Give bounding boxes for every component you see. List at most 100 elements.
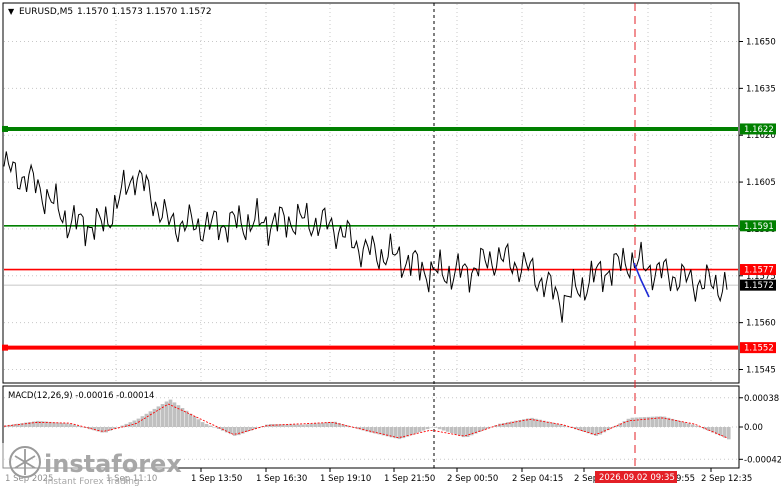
macd-histogram-bar — [449, 427, 454, 434]
macd-histogram-bar — [313, 423, 317, 427]
macd-histogram-bar — [686, 423, 691, 427]
macd-histogram-bar — [727, 427, 731, 440]
level-tag-label: 1.1577 — [744, 266, 774, 276]
macd-histogram-bar — [56, 422, 60, 427]
time-axis-label: 1 Sep 21:50 — [384, 474, 435, 484]
time-cursor-tag: 2026.09.02 09:35 — [595, 471, 677, 483]
macd-histogram-bar — [68, 423, 72, 427]
macd-histogram-bar — [626, 418, 631, 427]
macd-histogram-bar — [144, 413, 149, 427]
macd-histogram-bar — [610, 427, 615, 428]
macd-histogram-bar — [433, 427, 438, 428]
macd-histogram-bar — [136, 418, 141, 427]
instaforex-watermark: instaforex Instant Forex Trading — [2, 443, 182, 487]
main-chart-area[interactable] — [2, 2, 740, 384]
macd-histogram-bar — [550, 422, 554, 427]
time-axis-label: 2 Sep 04:15 — [512, 474, 563, 484]
time-axis-label: 2 Sep 12:35 — [701, 474, 752, 484]
time-axis-label: 9:55 — [676, 474, 695, 484]
macd-histogram-bar — [305, 424, 309, 427]
macd-histogram-bar — [723, 427, 727, 438]
macd-histogram-bar — [212, 427, 217, 428]
price-tick-label: 1.1545 — [746, 366, 776, 376]
svg-text:2026.09.02 09:35: 2026.09.02 09:35 — [599, 473, 675, 483]
macd-histogram-bar — [148, 411, 153, 427]
level-tag-label: 1.1552 — [744, 344, 774, 354]
macd-histogram-bar — [441, 427, 446, 431]
level-tag-label: 1.1622 — [744, 125, 774, 135]
macd-histogram-bar — [405, 427, 410, 437]
macd-histogram-bar — [437, 427, 442, 430]
time-axis-label: 2 Sep 00:50 — [447, 474, 498, 484]
time-axis-label: 1 Sep 16:30 — [256, 474, 307, 484]
macd-histogram-bar — [646, 416, 651, 427]
macd-title: MACD(12,26,9) -0.00016 -0.00014 — [8, 391, 154, 401]
macd-histogram-bar — [100, 427, 104, 433]
macd-histogram-bar — [413, 427, 418, 434]
macd-histogram-bar — [694, 425, 699, 427]
macd-histogram-bar — [317, 423, 321, 427]
macd-histogram-bar — [60, 423, 64, 427]
level-anchor-handle[interactable] — [2, 344, 8, 351]
price-tick-label: 1.1635 — [746, 84, 776, 94]
macd-histogram-bar — [168, 399, 173, 427]
macd-histogram-bar — [690, 424, 695, 427]
macd-histogram-bar — [301, 424, 305, 427]
macd-histogram-bar — [634, 417, 639, 427]
macd-histogram-bar — [469, 427, 474, 436]
macd-histogram-bar — [104, 427, 108, 433]
macd-tick-label: 0.00 — [744, 423, 763, 433]
macd-histogram-bar — [421, 427, 426, 431]
menu-arrow-icon[interactable]: ▼ — [8, 7, 15, 16]
macd-histogram-bar — [502, 423, 506, 427]
chart-window[interactable]: ▼ EURUSD,M5 1.1570 1.1573 1.1570 1.1572 … — [0, 0, 781, 489]
level-anchor-handle[interactable] — [2, 125, 8, 132]
macd-histogram-bar — [457, 427, 462, 436]
macd-histogram-bar — [152, 408, 157, 427]
macd-histogram-bar — [622, 421, 627, 427]
macd-histogram-bar — [180, 408, 185, 427]
time-axis-label: 1 Sep 19:10 — [320, 474, 371, 484]
macd-histogram-bar — [445, 427, 450, 432]
macd-histogram-bar — [417, 427, 422, 433]
price-tick-label: 1.1650 — [746, 37, 776, 47]
macd-histogram-bar — [638, 417, 643, 427]
macd-histogram-bar — [196, 419, 201, 427]
symbol-label: EURUSD,M5 — [19, 7, 73, 17]
macd-tick-label: 0.00038 — [744, 394, 779, 404]
price-tick-label: 1.1605 — [746, 178, 776, 188]
macd-tick-label: -0.00042 — [744, 455, 781, 465]
macd-histogram-bar — [172, 402, 177, 427]
macd-histogram-bar — [453, 427, 458, 435]
level-tag-label: 1.1591 — [744, 222, 774, 232]
macd-histogram-bar — [76, 425, 80, 427]
price-axis[interactable]: 1.16501.16351.16201.16051.15901.15751.15… — [739, 37, 776, 376]
macd-axis: 0.00038 0.00 -0.00042 — [739, 394, 781, 465]
macd-histogram-bar — [482, 427, 486, 431]
macd-histogram-bar — [630, 417, 635, 427]
macd-histogram-bar — [64, 423, 68, 427]
macd-histogram-bar — [297, 424, 301, 427]
macd-histogram-bar — [409, 427, 414, 436]
macd-histogram-bar — [36, 420, 40, 427]
svg-text:1.1572: 1.1572 — [744, 281, 774, 291]
time-axis-label: 1 Sep 13:50 — [191, 474, 242, 484]
ohlc-readout: 1.1570 1.1573 1.1570 1.1572 — [77, 7, 212, 17]
price-tick-label: 1.1560 — [746, 319, 776, 329]
macd-histogram-bar — [321, 422, 325, 427]
macd-histogram-bar — [204, 423, 209, 427]
macd-histogram-bar — [429, 427, 434, 428]
macd-histogram-bar — [140, 416, 145, 427]
macd-histogram-bar — [32, 421, 36, 427]
macd-histogram-bar — [192, 416, 197, 427]
watermark-tagline: Instant Forex Trading — [45, 477, 140, 487]
macd-histogram-bar — [80, 426, 84, 428]
macd-histogram-bar — [293, 424, 297, 427]
current-price-tag: 1.1572 — [740, 279, 776, 291]
macd-histogram-bar — [237, 427, 241, 436]
macd-histogram-bar — [425, 427, 430, 430]
macd-histogram-bar — [200, 422, 205, 427]
macd-histogram-bar — [682, 422, 687, 427]
macd-histogram-bar — [188, 413, 193, 427]
macd-histogram-bar — [309, 423, 313, 427]
